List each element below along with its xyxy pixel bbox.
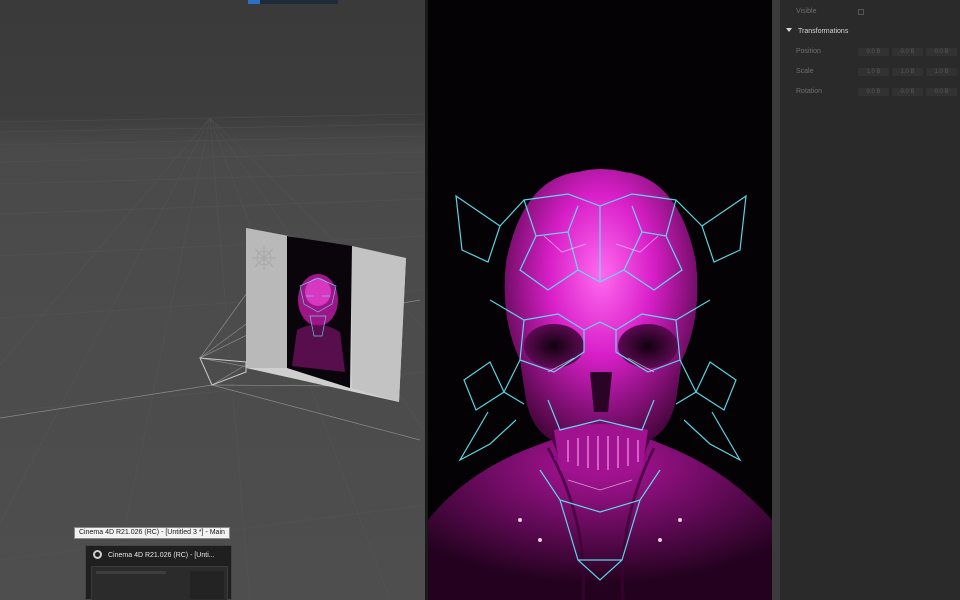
rotation-z-field[interactable]: 0.0 B [926, 88, 957, 96]
scale-z-field[interactable]: 1.0 B [926, 68, 957, 76]
visible-checkbox[interactable] [858, 9, 864, 15]
rotation-y-field[interactable]: 0.0 B [892, 88, 923, 96]
scale-x-field[interactable]: 1.0 B [858, 68, 889, 76]
rotation-x-field[interactable]: 0.0 B [858, 88, 889, 96]
visible-label: Visible [796, 8, 817, 15]
app-window: Visible Transformations Position 0.0 B 0… [0, 0, 960, 600]
section-title: Transformations [798, 28, 849, 35]
rotation-label: Rotation [796, 88, 823, 95]
position-z-field[interactable]: 0.0 B [926, 48, 957, 56]
transformations-section-header[interactable]: Transformations [786, 27, 848, 37]
position-y-field[interactable]: 0.0 B [892, 48, 923, 56]
3d-viewport[interactable] [0, 0, 425, 600]
attributes-panel: Visible Transformations Position 0.0 B 0… [780, 0, 960, 600]
scale-label: Scale [796, 68, 814, 75]
expand-triangle-icon[interactable] [786, 28, 792, 33]
viewport-logo-strip [248, 0, 338, 4]
taskbar-tooltip: Cinema 4D R21.026 (RC) - [Untitled 3 *] … [74, 527, 230, 539]
skull-render [428, 169, 772, 600]
thumbnail-title: Cinema 4D R21.026 (RC) - [Unti... [108, 552, 215, 559]
panel-scrollbar[interactable] [772, 0, 780, 600]
viewport-scene [0, 113, 425, 600]
taskbar-window-thumbnail[interactable]: Cinema 4D R21.026 (RC) - [Unti... [85, 545, 232, 600]
thumbnail-preview [91, 566, 228, 600]
thumbnail-title-bar: Cinema 4D R21.026 (RC) - [Unti... [86, 550, 233, 562]
cinema4d-app-icon [93, 550, 102, 559]
render-preview[interactable] [428, 0, 772, 600]
position-x-field[interactable]: 0.0 B [858, 48, 889, 56]
position-label: Position [796, 48, 821, 55]
scale-y-field[interactable]: 1.0 B [892, 68, 923, 76]
